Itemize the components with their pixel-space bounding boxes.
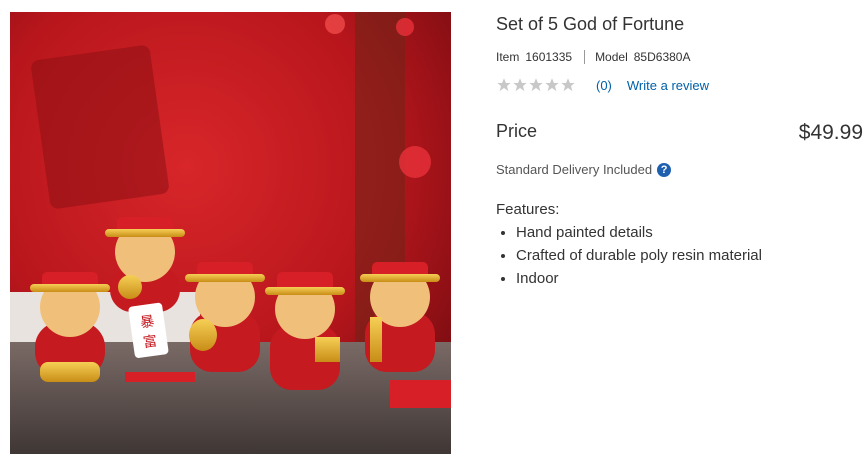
star-icon [513,78,527,91]
product-meta: Item 1601335 Model 85D6380A [496,50,690,64]
feature-item: Hand painted details [516,221,762,244]
product-image[interactable]: 暴 富 [10,12,451,454]
price-value: $49.99 [798,121,863,144]
features-heading: Features: [496,201,560,218]
star-icon [529,78,543,91]
model-number: 85D6380A [633,50,691,64]
item-label: Item [496,50,520,64]
features-list: Hand painted details Crafted of durable … [496,221,762,290]
price-label: Price [496,121,538,141]
feature-item: Indoor [516,267,762,290]
star-icon [497,78,511,91]
item-number: 1601335 [525,50,573,64]
star-icon [561,78,575,91]
review-count-link[interactable]: (0) [596,78,612,93]
tag-char-2: 富 [142,332,158,351]
model-label: Model [595,50,628,64]
delivery-info: Standard Delivery Included ? [496,162,672,177]
write-review-link[interactable]: Write a review [627,78,709,93]
product-details: Set of 5 God of Fortune Item 1601335 Mod… [496,0,867,461]
tag-char-1: 暴 [139,314,155,332]
feature-item: Crafted of durable poly resin material [516,244,762,267]
meta-divider [584,50,586,64]
rating-row: (0) Write a review [496,77,709,93]
question-circle-icon[interactable]: ? [657,162,672,177]
product-title: Set of 5 God of Fortune [496,14,685,34]
star-icon [545,78,559,91]
delivery-text: Standard Delivery Included [496,162,653,177]
features-section: Features: Hand painted details Crafted o… [496,201,762,290]
product-photo: 暴 富 [10,12,451,454]
star-rating[interactable] [496,77,576,93]
